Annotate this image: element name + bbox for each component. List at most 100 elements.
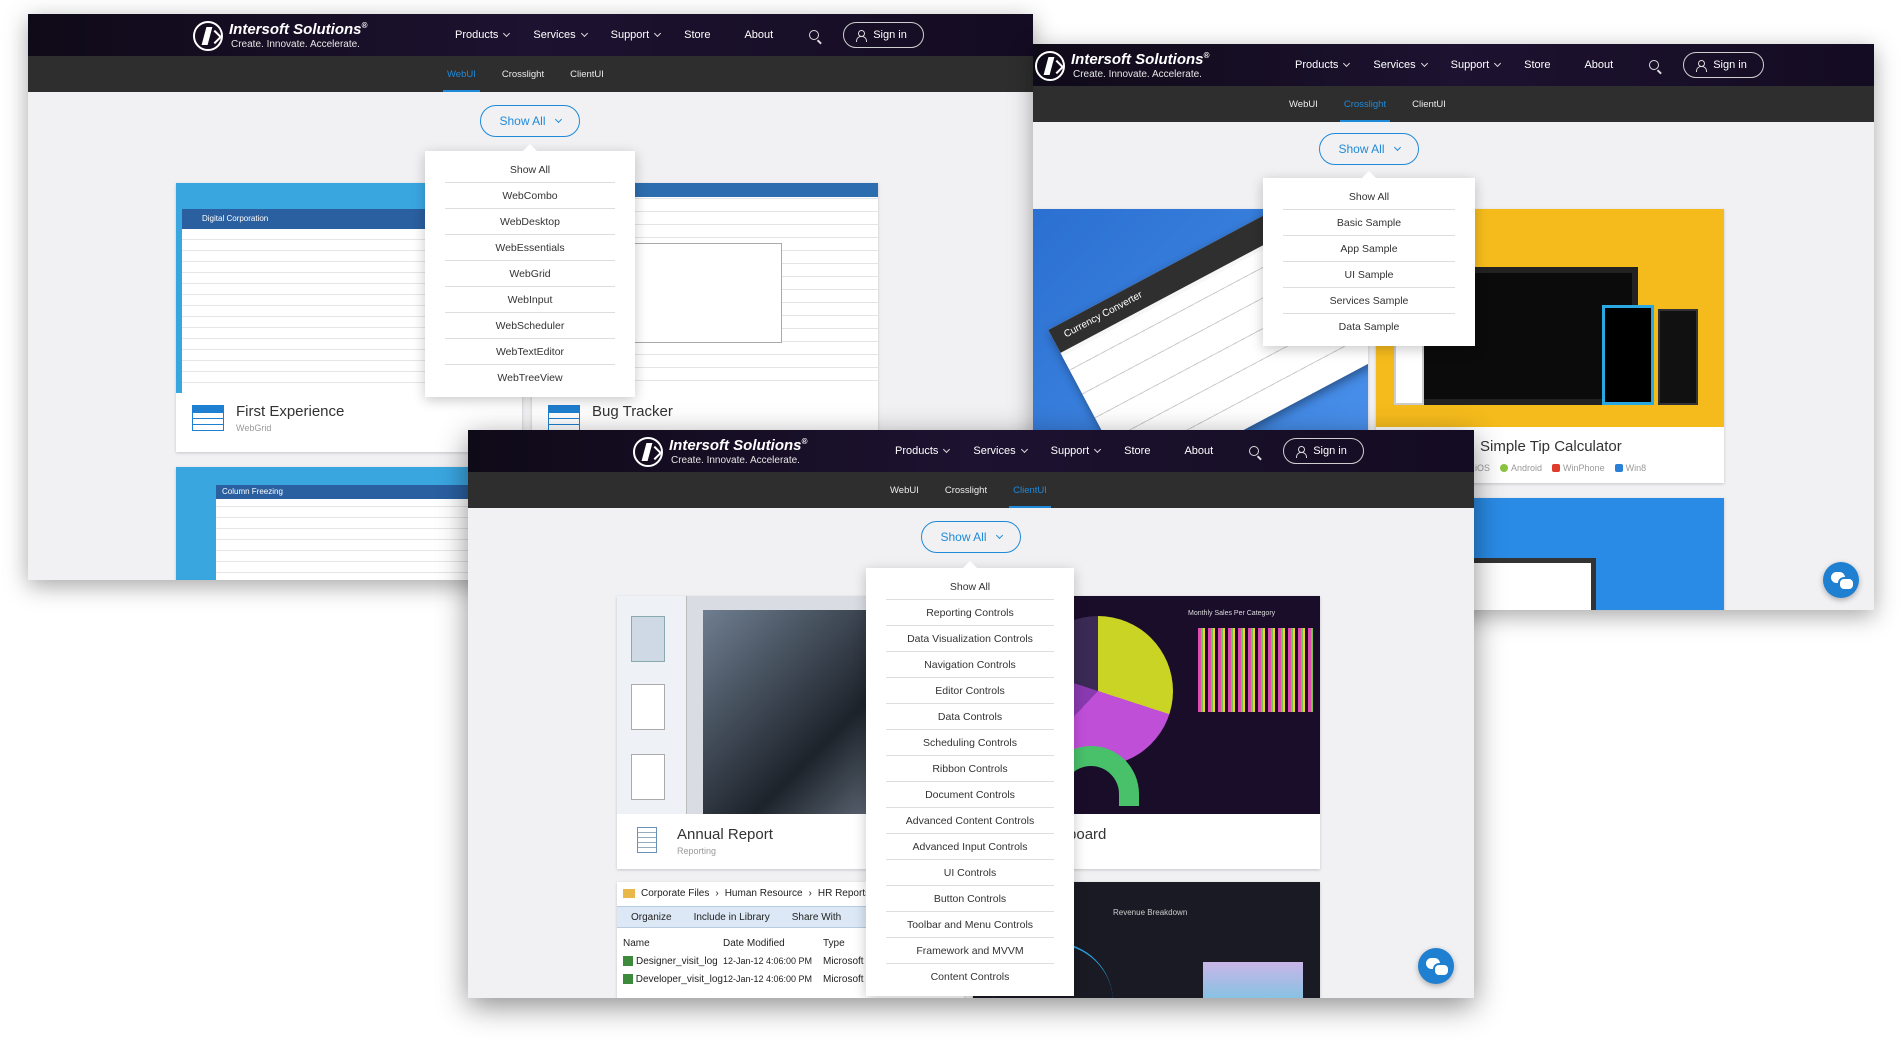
tab-crosslight[interactable]: Crosslight	[945, 472, 987, 508]
nav-products[interactable]: Products	[455, 29, 511, 41]
tab-clientui[interactable]: ClientUI	[570, 56, 604, 92]
dropdown-item[interactable]: Framework and MVVM	[886, 938, 1054, 964]
nav-services[interactable]: Services	[1373, 59, 1428, 71]
nav-services[interactable]: Services	[533, 29, 588, 41]
dropdown-item[interactable]: UI Sample	[1283, 262, 1455, 288]
brand-logo[interactable]: Intersoft Solutions® Create. Innovate. A…	[1035, 49, 1225, 83]
column-name[interactable]: Name	[623, 938, 723, 949]
chevron-down-icon	[1094, 445, 1102, 454]
table-row[interactable]: Designer_visit_log 12-Jan-12 4:06:00 PM …	[623, 956, 883, 967]
nav-about[interactable]: About	[744, 29, 773, 41]
dropdown-item[interactable]: Advanced Input Controls	[886, 834, 1054, 860]
brand-tagline: Create. Innovate. Accelerate.	[671, 455, 800, 466]
dropdown-item[interactable]: Show All	[886, 574, 1054, 600]
brand-tagline: Create. Innovate. Accelerate.	[231, 39, 360, 50]
dropdown-item[interactable]: WebTextEditor	[445, 339, 615, 365]
dropdown-item[interactable]: Navigation Controls	[886, 652, 1054, 678]
dropdown-item[interactable]: WebCombo	[445, 183, 615, 209]
category-dropdown: Show All Reporting Controls Data Visuali…	[866, 561, 1074, 996]
nav-store[interactable]: Store	[684, 29, 710, 41]
nav-products[interactable]: Products	[895, 445, 951, 457]
chat-button[interactable]	[1823, 562, 1859, 598]
dropdown-item[interactable]: Data Sample	[1283, 314, 1455, 340]
sign-in-button[interactable]: Sign in	[843, 22, 924, 48]
breadcrumb-item[interactable]: Human Resource	[725, 888, 803, 899]
platform-tabs: WebUI Crosslight ClientUI	[890, 472, 1051, 508]
dropdown-item[interactable]: Advanced Content Controls	[886, 808, 1054, 834]
card-title: First Experience	[236, 403, 345, 420]
dropdown-item[interactable]: WebScheduler	[445, 313, 615, 339]
chevron-down-icon	[1393, 143, 1401, 152]
nav-support[interactable]: Support	[1451, 59, 1502, 71]
tab-webui[interactable]: WebUI	[1289, 86, 1318, 122]
thumb-title: Monthly Sales Per Category	[1188, 610, 1276, 617]
dropdown-item[interactable]: Show All	[1283, 184, 1455, 210]
nav-products[interactable]: Products	[1295, 59, 1351, 71]
dropdown-item[interactable]: WebInput	[445, 287, 615, 313]
show-all-filter-button[interactable]: Show All	[921, 521, 1021, 553]
chevron-down-icon	[503, 29, 511, 38]
dropdown-item[interactable]: Show All	[445, 157, 615, 183]
tab-clientui[interactable]: ClientUI	[1009, 472, 1051, 508]
dropdown-item[interactable]: Scheduling Controls	[886, 730, 1054, 756]
chat-button[interactable]	[1418, 948, 1454, 984]
sign-in-button[interactable]: Sign in	[1283, 438, 1364, 464]
toolbar-share-with[interactable]: Share With	[792, 912, 841, 923]
breadcrumb-item[interactable]: Corporate Files	[641, 888, 709, 899]
category-dropdown: Show All Basic Sample App Sample UI Samp…	[1263, 171, 1475, 346]
nav-store[interactable]: Store	[1524, 59, 1550, 71]
breadcrumb-item[interactable]: HR Reports	[818, 888, 870, 899]
dropdown-item[interactable]: WebTreeView	[445, 365, 615, 391]
dropdown-item[interactable]: WebEssentials	[445, 235, 615, 261]
dropdown-item[interactable]: UI Controls	[886, 860, 1054, 886]
chevron-down-icon	[1020, 445, 1028, 454]
table-row[interactable]: Developer_visit_log 12-Jan-12 4:06:00 PM…	[623, 974, 883, 985]
platform-list: iOS Android WinPhone Win8	[1475, 463, 1646, 473]
tab-webui[interactable]: WebUI	[443, 56, 480, 92]
dropdown-item[interactable]: Document Controls	[886, 782, 1054, 808]
top-navigation: Intersoft Solutions® Create. Innovate. A…	[28, 14, 1033, 56]
search-icon[interactable]	[1249, 446, 1260, 456]
brand-logo[interactable]: Intersoft Solutions® Create. Innovate. A…	[193, 19, 383, 53]
tab-webui[interactable]: WebUI	[890, 472, 919, 508]
nav-services[interactable]: Services	[973, 445, 1028, 457]
tab-clientui[interactable]: ClientUI	[1412, 86, 1446, 122]
tab-crosslight[interactable]: Crosslight	[1339, 86, 1391, 122]
nav-store[interactable]: Store	[1124, 445, 1150, 457]
dropdown-item[interactable]: Data Controls	[886, 704, 1054, 730]
nav-support[interactable]: Support	[1051, 445, 1102, 457]
nav-support[interactable]: Support	[611, 29, 662, 41]
search-icon[interactable]	[1649, 60, 1660, 70]
chevron-down-icon	[995, 531, 1003, 540]
dropdown-item[interactable]: Data Visualization Controls	[886, 626, 1054, 652]
toolbar-include-library[interactable]: Include in Library	[694, 912, 770, 923]
dropdown-item[interactable]: WebGrid	[445, 261, 615, 287]
show-all-filter-button[interactable]: Show All	[480, 105, 580, 137]
tab-crosslight[interactable]: Crosslight	[502, 56, 544, 92]
chevron-down-icon	[1420, 59, 1428, 68]
dropdown-item[interactable]: App Sample	[1283, 236, 1455, 262]
nav-about[interactable]: About	[1184, 445, 1213, 457]
table-header: Name Date Modified Type	[623, 938, 883, 949]
show-all-filter-button[interactable]: Show All	[1319, 133, 1419, 165]
column-date-modified[interactable]: Date Modified	[723, 938, 823, 949]
dropdown-item[interactable]: Content Controls	[886, 964, 1054, 990]
dropdown-item[interactable]: WebDesktop	[445, 209, 615, 235]
top-navigation: Intersoft Solutions® Create. Innovate. A…	[1033, 44, 1874, 86]
search-icon[interactable]	[809, 30, 820, 40]
dropdown-item[interactable]: Toolbar and Menu Controls	[886, 912, 1054, 938]
brand-logo[interactable]: Intersoft Solutions® Create. Innovate. A…	[633, 435, 823, 469]
brand-name: Intersoft Solutions	[669, 437, 802, 454]
dropdown-item[interactable]: Button Controls	[886, 886, 1054, 912]
toolbar-organize[interactable]: Organize	[631, 912, 672, 923]
chevron-down-icon	[580, 29, 588, 38]
dropdown-item[interactable]: Basic Sample	[1283, 210, 1455, 236]
nav-about[interactable]: About	[1584, 59, 1613, 71]
dropdown-item[interactable]: Reporting Controls	[886, 600, 1054, 626]
dropdown-item[interactable]: Editor Controls	[886, 678, 1054, 704]
main-menu: Products Services Support Store About Si…	[455, 14, 924, 56]
dropdown-item[interactable]: Services Sample	[1283, 288, 1455, 314]
user-icon	[1696, 59, 1708, 72]
dropdown-item[interactable]: Ribbon Controls	[886, 756, 1054, 782]
sign-in-button[interactable]: Sign in	[1683, 52, 1764, 78]
